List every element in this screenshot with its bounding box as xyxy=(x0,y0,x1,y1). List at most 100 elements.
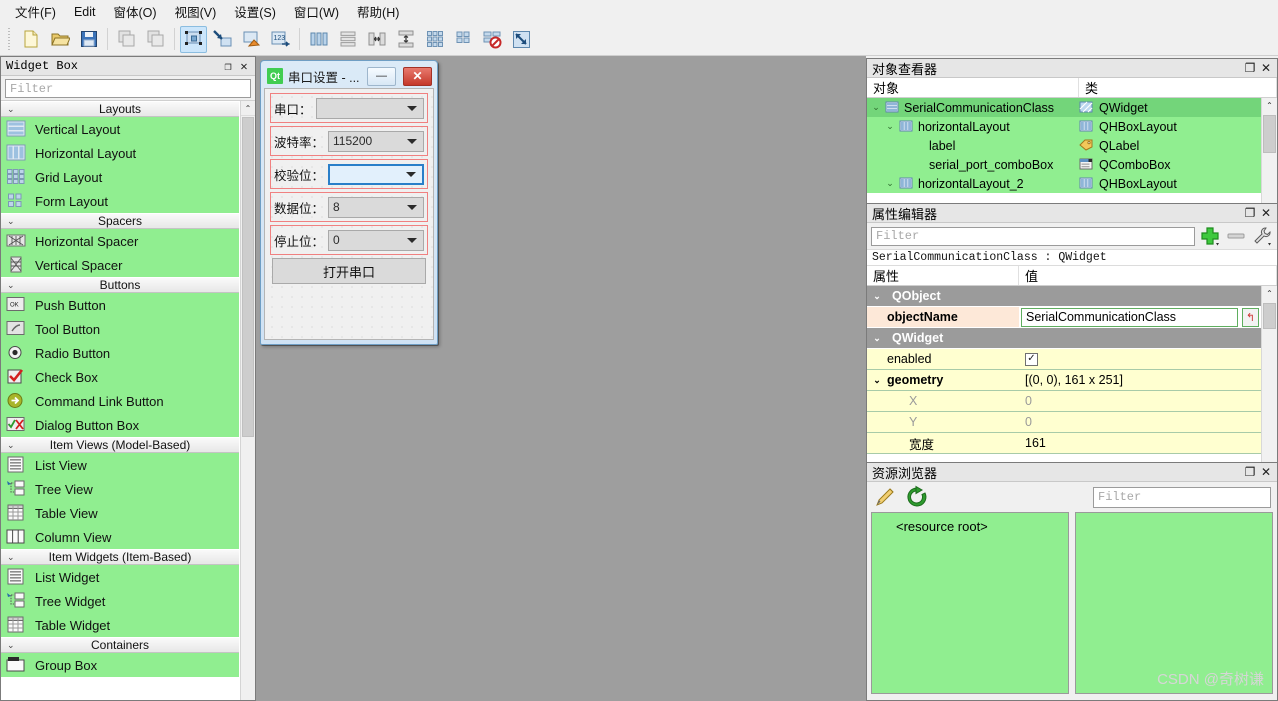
serial-port-row[interactable]: 串口： xyxy=(270,93,428,123)
toolbar-grip[interactable] xyxy=(7,28,13,50)
baud-rate-combobox[interactable]: 115200 xyxy=(328,130,424,152)
remove-property-button[interactable] xyxy=(1225,225,1247,247)
float-icon[interactable]: ❐ xyxy=(1242,205,1258,221)
menu-settings[interactable]: 设置(S) xyxy=(225,0,285,24)
close-button[interactable]: ✕ xyxy=(403,66,432,86)
chevron-down-icon[interactable]: ⌄ xyxy=(867,375,887,386)
edit-signals-slots-button[interactable] xyxy=(209,26,236,53)
menu-form[interactable]: 窗体(O) xyxy=(105,0,166,24)
scroll-up-icon[interactable]: ⌃ xyxy=(241,101,255,116)
resource-root-item[interactable]: <resource root> xyxy=(896,519,988,534)
data-bits-row[interactable]: 数据位： 8 xyxy=(270,192,428,222)
widget-item-vertical-layout[interactable]: Vertical Layout xyxy=(1,117,239,141)
chevron-down-icon[interactable]: ⌄ xyxy=(871,102,881,113)
redo-button[interactable] xyxy=(142,26,169,53)
float-icon[interactable]: ❐ xyxy=(1242,464,1258,480)
open-serial-port-button[interactable]: 打开串口 xyxy=(272,258,426,284)
property-group-qobject[interactable]: ⌄ QObject xyxy=(867,286,1261,307)
property-editor-scrollbar[interactable]: ⌃ ⌄ xyxy=(1261,286,1277,481)
scrollbar-thumb[interactable] xyxy=(242,117,254,437)
chevron-down-icon[interactable]: ⌄ xyxy=(885,121,895,132)
objectname-input[interactable]: SerialCommunicationClass xyxy=(1021,307,1238,327)
widget-box-filter-input[interactable]: Filter xyxy=(5,79,251,98)
edit-buddies-button[interactable] xyxy=(238,26,265,53)
column-header-value[interactable]: 值 xyxy=(1019,266,1277,285)
widget-item-table-view[interactable]: Table View xyxy=(1,501,239,525)
scrollbar-thumb[interactable] xyxy=(1263,115,1276,153)
serial-port-combobox[interactable] xyxy=(315,97,424,119)
widget-item-list-widget[interactable]: List Widget xyxy=(1,565,239,589)
chevron-down-icon[interactable]: ⌄ xyxy=(867,333,887,344)
widget-item-tree-widget[interactable]: Tree Widget xyxy=(1,589,239,613)
menu-help[interactable]: 帮助(H) xyxy=(348,0,408,24)
widget-item-vertical-spacer[interactable]: Vertical Spacer xyxy=(1,253,239,277)
chevron-down-icon[interactable]: ⌄ xyxy=(867,291,887,302)
menu-view[interactable]: 视图(V) xyxy=(166,0,226,24)
layout-grid-button[interactable] xyxy=(421,26,448,53)
close-icon[interactable]: ✕ xyxy=(236,58,252,74)
widget-item-column-view[interactable]: Column View xyxy=(1,525,239,549)
widget-item-grid-layout[interactable]: Grid Layout xyxy=(1,165,239,189)
parity-combobox[interactable] xyxy=(328,163,424,185)
widget-box-category-item-views[interactable]: ⌄ Item Views (Model-Based) xyxy=(1,437,239,453)
object-tree-row-horizontallayout2[interactable]: ⌄ horizontalLayout_2 QHBoxLayout xyxy=(867,174,1261,193)
widget-box-category-item-widgets[interactable]: ⌄ Item Widgets (Item-Based) xyxy=(1,549,239,565)
column-header-object[interactable]: 对象 xyxy=(867,78,1079,97)
add-property-button[interactable] xyxy=(1199,225,1221,247)
enabled-checkbox[interactable]: ✓ xyxy=(1025,352,1038,366)
stop-bits-row[interactable]: 停止位： 0 xyxy=(270,225,428,255)
edit-resources-button[interactable] xyxy=(873,485,897,509)
break-layout-button[interactable] xyxy=(479,26,506,53)
edit-tab-order-button[interactable]: 123 xyxy=(267,26,294,53)
scroll-up-icon[interactable]: ⌃ xyxy=(1262,286,1277,301)
minimize-button[interactable]: — xyxy=(367,66,396,86)
property-row-geometry[interactable]: ⌄ geometry [(0, 0), 161 x 251] xyxy=(867,370,1261,391)
save-form-button[interactable] xyxy=(75,26,102,53)
column-header-class[interactable]: 类 xyxy=(1079,78,1277,97)
property-row-enabled[interactable]: enabled ✓ xyxy=(867,349,1261,370)
widget-box-category-layouts[interactable]: ⌄ Layouts xyxy=(1,101,239,117)
close-icon[interactable]: ✕ xyxy=(1258,205,1274,221)
baud-rate-row[interactable]: 波特率： 115200 xyxy=(270,126,428,156)
layout-vertically-button[interactable] xyxy=(334,26,361,53)
serial-settings-dialog[interactable]: Qt 串口设置 - ... — ✕ 串口： 波特率： 115200 校验位： 数… xyxy=(260,60,438,345)
widget-item-push-button[interactable]: OK Push Button xyxy=(1,293,239,317)
form-canvas[interactable]: Qt 串口设置 - ... — ✕ 串口： 波特率： 115200 校验位： 数… xyxy=(256,56,866,701)
close-icon[interactable]: ✕ xyxy=(1258,464,1274,480)
widget-box-category-buttons[interactable]: ⌄ Buttons xyxy=(1,277,239,293)
layout-splitter-horizontal-button[interactable] xyxy=(363,26,390,53)
resource-tree-pane[interactable]: <resource root> xyxy=(871,512,1069,694)
revert-icon[interactable]: ↰ xyxy=(1242,307,1259,327)
property-group-qwidget[interactable]: ⌄ QWidget xyxy=(867,328,1261,349)
edit-widgets-button[interactable] xyxy=(180,25,207,53)
widget-item-dialog-button-box[interactable]: Dialog Button Box xyxy=(1,413,239,437)
adjust-size-button[interactable] xyxy=(508,26,535,53)
widget-item-horizontal-layout[interactable]: Horizontal Layout xyxy=(1,141,239,165)
widget-item-check-box[interactable]: Check Box xyxy=(1,365,239,389)
parity-row[interactable]: 校验位： xyxy=(270,159,428,189)
object-tree-row-serialcommunicationclass[interactable]: ⌄ SerialCommunicationClass QWidget xyxy=(867,98,1261,117)
resource-files-pane[interactable]: CSDN @奇树谦 xyxy=(1075,512,1273,694)
undo-button[interactable] xyxy=(113,26,140,53)
widget-item-command-link-button[interactable]: Command Link Button xyxy=(1,389,239,413)
new-form-button[interactable] xyxy=(17,26,44,53)
widget-item-list-view[interactable]: List View xyxy=(1,453,239,477)
widget-box-category-spacers[interactable]: ⌄ Spacers xyxy=(1,213,239,229)
menu-window[interactable]: 窗口(W) xyxy=(285,0,348,24)
layout-horizontally-button[interactable] xyxy=(305,26,332,53)
property-row-geometry-width[interactable]: 宽度 161 xyxy=(867,433,1261,454)
object-tree-row-serial-port-combobox[interactable]: serial_port_comboBox QComboBox xyxy=(867,155,1261,174)
widget-box-category-containers[interactable]: ⌄ Containers xyxy=(1,637,239,653)
scroll-up-icon[interactable]: ⌃ xyxy=(1262,98,1277,113)
resource-filter-input[interactable]: Filter xyxy=(1093,486,1271,508)
chevron-down-icon[interactable]: ⌄ xyxy=(885,178,895,189)
widget-item-group-box[interactable]: Group Box xyxy=(1,653,239,677)
object-tree-row-label[interactable]: label QLabel xyxy=(867,136,1261,155)
reload-resources-button[interactable] xyxy=(905,485,929,509)
property-row-geometry-y[interactable]: Y 0 xyxy=(867,412,1261,433)
object-tree-row-horizontallayout[interactable]: ⌄ horizontalLayout QHBoxLayout xyxy=(867,117,1261,136)
property-row-geometry-x[interactable]: X 0 xyxy=(867,391,1261,412)
property-editor-table[interactable]: ⌄ QObject objectName SerialCommunication… xyxy=(867,286,1277,481)
menu-edit[interactable]: Edit xyxy=(65,2,105,22)
widget-item-tool-button[interactable]: Tool Button xyxy=(1,317,239,341)
